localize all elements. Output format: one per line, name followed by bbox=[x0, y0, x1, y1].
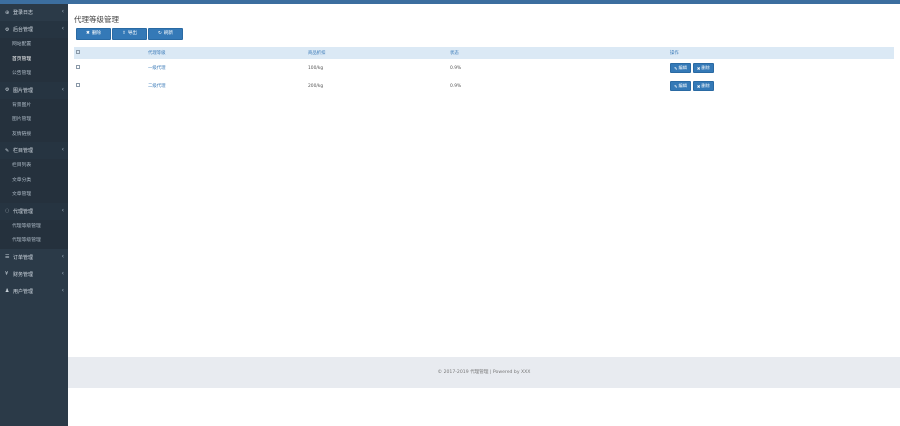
sidebar-item-column-list[interactable]: 栏目列表 bbox=[0, 159, 68, 174]
footer: © 2017-2019 代理管理 | Powered by XXX bbox=[68, 357, 900, 388]
agent-level-link[interactable]: 二级代理 bbox=[148, 84, 166, 89]
close-icon: ✖ bbox=[696, 83, 701, 89]
column-header-level: 代理等级 bbox=[148, 51, 166, 56]
delete-button[interactable]: ✖ 删除 bbox=[76, 28, 111, 40]
row-delete-label: 删除 bbox=[701, 83, 710, 88]
menu-group-columns[interactable]: ✎ 栏目管理 ‹ bbox=[0, 142, 68, 159]
chevron-down-icon: ‹ bbox=[61, 25, 64, 32]
menu-group-finance[interactable]: ¥ 财务管理 ‹ bbox=[0, 266, 68, 283]
page-title: 代理等级管理 bbox=[74, 15, 119, 24]
settings-icon: ⚙ bbox=[5, 26, 10, 33]
sidebar-item-site-config[interactable]: 网站配置 bbox=[0, 38, 68, 53]
column-header-status: 状态 bbox=[450, 51, 459, 56]
refresh-button[interactable]: ↻ 刷新 bbox=[148, 28, 183, 40]
menu-group-login-log[interactable]: ⊕ 登录日志 ‹ bbox=[0, 4, 68, 21]
status-cell: 0.9% bbox=[450, 83, 462, 89]
close-icon: ✖ bbox=[696, 65, 701, 71]
main-content: 代理等级管理 ✖ 删除 ⇪ 导出 ↻ 刷新 代理等级 商品折扣 状态 操作 一级… bbox=[68, 4, 900, 426]
tool-icon: ✎ bbox=[5, 147, 10, 154]
select-all-checkbox[interactable] bbox=[76, 50, 80, 54]
row-delete-button[interactable]: ✖ 删除 bbox=[692, 81, 714, 91]
discount-cell: 100/kg bbox=[308, 65, 324, 71]
menu-group-users[interactable]: ♟ 用户管理 ‹ bbox=[0, 283, 68, 300]
row-checkbox[interactable] bbox=[76, 65, 80, 69]
export-button[interactable]: ⇪ 导出 bbox=[112, 28, 147, 40]
sidebar-item-links[interactable]: 友情链接 bbox=[0, 128, 68, 143]
row-checkbox[interactable] bbox=[76, 83, 80, 87]
menu-group-label: 后台管理 bbox=[13, 27, 34, 33]
dashboard-icon: ⊕ bbox=[5, 9, 10, 16]
sidebar-item-article-manage[interactable]: 文章管理 bbox=[0, 188, 68, 203]
chevron-left-icon: ‹ bbox=[61, 286, 64, 294]
image-icon: ⚙ bbox=[5, 87, 10, 93]
chevron-down-icon: ‹ bbox=[61, 146, 64, 153]
table-header-row: 代理等级 商品折扣 状态 操作 bbox=[74, 47, 894, 59]
list-icon: ☰ bbox=[5, 254, 10, 260]
close-icon: ✖ bbox=[85, 31, 90, 36]
person-icon: ♟ bbox=[5, 288, 10, 294]
column-header-discount: 商品折扣 bbox=[308, 51, 326, 56]
chevron-left-icon: ‹ bbox=[61, 8, 64, 15]
table-row: 一级代理 100/kg 0.9% ✎ 编辑 ✖ 删除 bbox=[74, 59, 894, 77]
menu-group-label: 用户管理 bbox=[13, 288, 34, 295]
menu-group-label: 订单管理 bbox=[13, 254, 34, 261]
chevron-left-icon: ‹ bbox=[61, 252, 64, 260]
menu-group-orders[interactable]: ☰ 订单管理 ‹ bbox=[0, 249, 68, 266]
sidebar-item-background[interactable]: 背景图片 bbox=[0, 99, 68, 114]
export-label: 导出 bbox=[127, 31, 138, 36]
menu-group-backend[interactable]: ⚙ 后台管理 ‹ bbox=[0, 21, 68, 38]
sidebar-item-article-category[interactable]: 文章分类 bbox=[0, 174, 68, 189]
menu-group-agents[interactable]: ◌ 代理管理 ‹ bbox=[0, 202, 68, 220]
edit-label: 编辑 bbox=[678, 83, 687, 88]
menu-group-images[interactable]: ⚙ 图片管理 ‹ bbox=[0, 81, 68, 99]
sidebar-item-agent-level-2[interactable]: 代理等级管理 bbox=[0, 234, 68, 249]
sidebar: ⊕ 登录日志 ‹ ⚙ 后台管理 ‹ 网站配置 首页管理 公告管理 ⚙ 图片管理 … bbox=[0, 4, 68, 426]
user-icon: ◌ bbox=[5, 208, 10, 214]
edit-button[interactable]: ✎ 编辑 bbox=[670, 81, 691, 91]
edit-icon: ✎ bbox=[674, 65, 678, 71]
sidebar-item-agent-level[interactable]: 代理等级管理 bbox=[0, 220, 68, 235]
discount-cell: 200/kg bbox=[308, 83, 324, 89]
refresh-label: 刷新 bbox=[163, 31, 174, 36]
table-row: 二级代理 200/kg 0.9% ✎ 编辑 ✖ 删除 bbox=[74, 77, 894, 95]
menu-group-label: 代理管理 bbox=[13, 208, 34, 215]
chevron-down-icon: ‹ bbox=[61, 85, 64, 93]
refresh-icon: ↻ bbox=[157, 31, 162, 36]
data-table: 代理等级 商品折扣 状态 操作 一级代理 100/kg 0.9% ✎ 编辑 ✖ bbox=[74, 47, 894, 95]
chevron-left-icon: ‹ bbox=[61, 269, 64, 277]
column-header-actions: 操作 bbox=[670, 51, 679, 56]
select-all-header[interactable] bbox=[74, 47, 148, 59]
delete-label: 删除 bbox=[91, 31, 102, 36]
menu-group-label: 财务管理 bbox=[13, 271, 34, 278]
row-delete-button[interactable]: ✖ 删除 bbox=[692, 63, 714, 73]
sidebar-item-notice[interactable]: 公告管理 bbox=[0, 67, 68, 82]
sidebar-item-home[interactable]: 首页管理 bbox=[0, 53, 68, 68]
sidebar-item-image-manage[interactable]: 图片管理 bbox=[0, 113, 68, 128]
edit-icon: ✎ bbox=[674, 83, 678, 89]
menu-group-label: 栏目管理 bbox=[13, 148, 34, 154]
menu-group-label: 登录日志 bbox=[13, 10, 34, 16]
agent-level-link[interactable]: 一级代理 bbox=[148, 66, 166, 71]
menu-group-label: 图片管理 bbox=[13, 87, 34, 94]
money-icon: ¥ bbox=[5, 271, 9, 277]
edit-button[interactable]: ✎ 编辑 bbox=[670, 63, 691, 73]
edit-label: 编辑 bbox=[678, 65, 687, 70]
status-cell: 0.9% bbox=[450, 65, 462, 71]
toolbar: ✖ 删除 ⇪ 导出 ↻ 刷新 bbox=[76, 28, 183, 40]
export-icon: ⇪ bbox=[121, 31, 126, 36]
chevron-down-icon: ‹ bbox=[61, 206, 64, 214]
row-delete-label: 删除 bbox=[701, 65, 710, 70]
